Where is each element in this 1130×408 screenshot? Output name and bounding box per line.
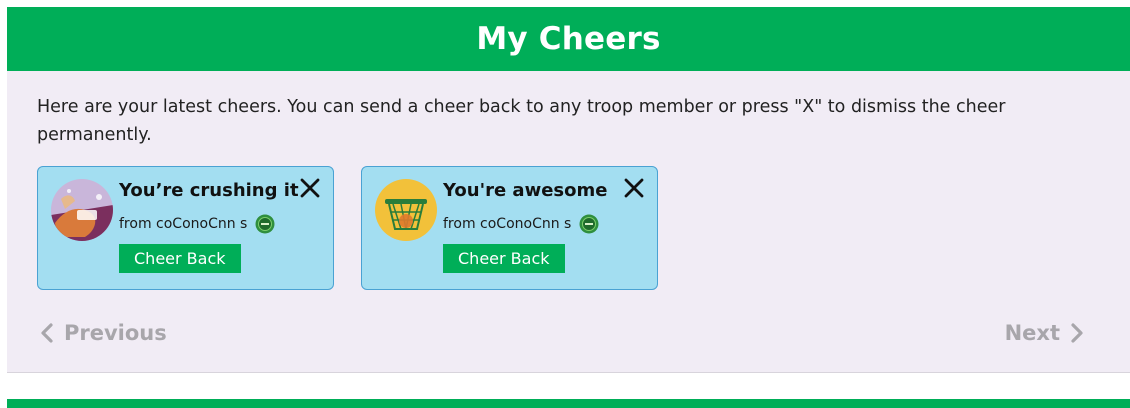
cheer-card: You're awesome from coConoCnn s Cheer Ba… — [361, 166, 658, 290]
page-title: My Cheers — [7, 7, 1130, 71]
previous-label: Previous — [64, 321, 167, 345]
troop-badge-icon — [255, 214, 275, 234]
cheer-card: You’re crushing it from coConoCnn s Chee… — [37, 166, 334, 290]
cheer-sender: from coConoCnn s — [443, 214, 599, 234]
close-icon[interactable] — [299, 177, 321, 199]
next-label: Next — [1004, 321, 1060, 345]
cheer-back-button[interactable]: Cheer Back — [119, 244, 241, 273]
cheers-panel: My Cheers Here are your latest cheers. Y… — [7, 7, 1130, 373]
intro-text: Here are your latest cheers. You can sen… — [37, 97, 1006, 145]
previous-button[interactable]: Previous — [40, 321, 167, 345]
sender-text: from coConoCnn s — [119, 216, 248, 232]
chevron-left-icon — [41, 323, 53, 343]
troop-badge-icon — [579, 214, 599, 234]
cheer-back-button[interactable]: Cheer Back — [443, 244, 565, 273]
footer-bar — [7, 399, 1130, 408]
next-button[interactable]: Next — [1005, 321, 1084, 345]
cheer-sender: from coConoCnn s — [119, 214, 275, 234]
sender-text: from coConoCnn s — [443, 216, 572, 232]
cheer-title: You're awesome — [443, 180, 608, 201]
chevron-right-icon — [1071, 323, 1083, 343]
cheer-title: You’re crushing it — [119, 180, 299, 201]
close-icon[interactable] — [623, 177, 645, 199]
crushing-it-illustration-icon — [51, 179, 113, 241]
basketball-hoop-icon — [375, 179, 437, 241]
